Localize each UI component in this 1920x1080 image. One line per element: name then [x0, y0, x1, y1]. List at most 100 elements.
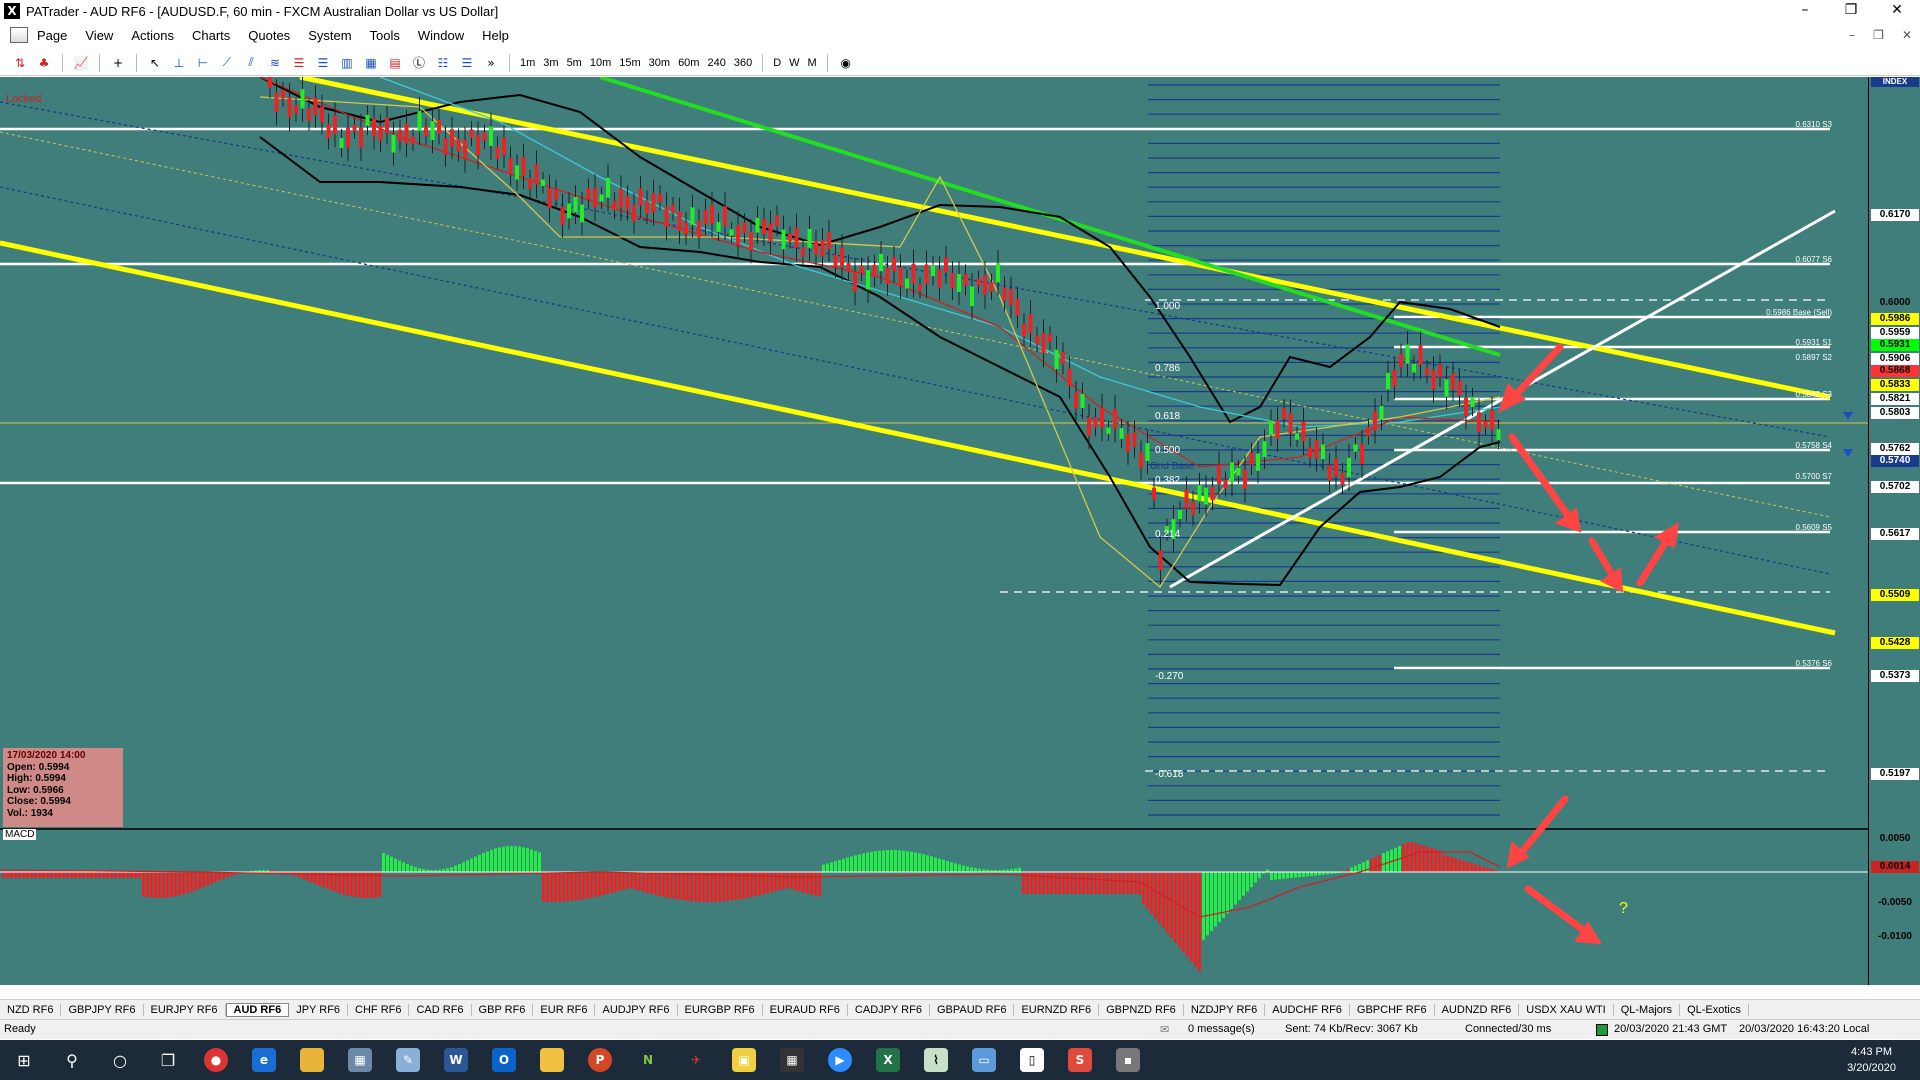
symbol-tab[interactable]: EURNZD RF6 [1014, 1003, 1100, 1016]
task-view-icon[interactable]: ❐ [144, 1040, 192, 1080]
page-icon[interactable] [10, 27, 28, 43]
monitor-icon[interactable]: ▭ [960, 1040, 1008, 1080]
tf-30m[interactable]: 30m [645, 57, 674, 69]
symbol-tab[interactable]: EURAUD RF6 [763, 1003, 848, 1016]
tf-5m[interactable]: 5m [563, 57, 586, 69]
taskbar-clock[interactable]: 4:43 PM 3/20/2020 [1847, 1044, 1896, 1076]
menu-actions[interactable]: Actions [122, 28, 183, 43]
symbol-tab[interactable]: QL-Exotics [1680, 1003, 1749, 1016]
fib-icon[interactable]: ≋ [265, 54, 285, 72]
symbol-tab[interactable]: GBPAUD RF6 [930, 1003, 1015, 1016]
symbol-tab[interactable]: AUDJPY RF6 [595, 1003, 678, 1016]
tf-3m[interactable]: 3m [539, 57, 562, 69]
symbol-tab[interactable]: AUD RF6 [225, 1002, 290, 1017]
clock-icon[interactable]: ◉ [836, 54, 856, 72]
windows-start-icon[interactable]: ⊞ [0, 1040, 48, 1080]
symbol-tab[interactable]: CHF RF6 [348, 1003, 410, 1016]
chart-app-icon[interactable]: ⌇ [912, 1040, 960, 1080]
calculator-icon[interactable]: ▦ [768, 1040, 816, 1080]
lines-icon[interactable]: ☰ [457, 54, 477, 72]
outlook-icon[interactable]: O [480, 1040, 528, 1080]
index-tab[interactable]: INDEX [1871, 77, 1919, 87]
rectangle-icon[interactable]: ▦ [361, 54, 381, 72]
symbol-tab[interactable]: USDX XAU WTI [1519, 1003, 1614, 1016]
menu-system[interactable]: System [299, 28, 360, 43]
symbol-tab[interactable]: QL-Majors [1614, 1003, 1681, 1016]
excel-icon[interactable]: X [864, 1040, 912, 1080]
snagit-icon[interactable]: S [1056, 1040, 1104, 1080]
mdi-close-button[interactable]: ✕ [1902, 28, 1912, 42]
trendline-icon[interactable]: ⟋ [217, 54, 237, 72]
symbol-tab[interactable]: NZD RF6 [0, 1003, 62, 1016]
bird-icon[interactable]: ✈ [672, 1040, 720, 1080]
symbol-tab[interactable]: GBPJPY RF6 [61, 1003, 144, 1016]
alert-icon[interactable]: ♣ [34, 54, 54, 72]
symbol-tab[interactable]: NZDJPY RF6 [1184, 1003, 1266, 1016]
symbol-tab[interactable]: GBPCHF RF6 [1350, 1003, 1435, 1016]
menu-page[interactable]: Page [28, 28, 76, 43]
vline-icon[interactable]: ⊢ [193, 54, 213, 72]
symbol-tab[interactable]: CADJPY RF6 [848, 1003, 930, 1016]
menu-window[interactable]: Window [409, 28, 473, 43]
powerpoint-icon[interactable]: P [576, 1040, 624, 1080]
symbol-tab[interactable]: GBPNZD RF6 [1099, 1003, 1184, 1016]
text-icon[interactable]: ▤ [385, 54, 405, 72]
buy-sell-icon[interactable]: ⇅ [10, 54, 30, 72]
app-icon-gray[interactable]: ▪ [1104, 1040, 1152, 1080]
crosshair-icon[interactable]: + [108, 54, 128, 72]
folder-icon[interactable] [528, 1040, 576, 1080]
notes-icon[interactable]: ✎ [384, 1040, 432, 1080]
ie-icon[interactable]: ▣ [720, 1040, 768, 1080]
tf-daily[interactable]: D [769, 57, 785, 69]
mdi-minimize-button[interactable]: – [1849, 28, 1855, 42]
chrome-icon[interactable]: ● [192, 1040, 240, 1080]
tf-monthly[interactable]: M [804, 57, 821, 69]
restore-button[interactable]: ❐ [1828, 0, 1874, 22]
fib-extension-icon[interactable]: ☰ [289, 54, 309, 72]
price-chart[interactable]: 1.000 0.786 0.618 0.500 0.382 0.214 -0.270 -0.6… [0, 77, 1868, 985]
menu-view[interactable]: View [76, 28, 122, 43]
price-axis[interactable]: INDEX 0.6170 0.6000 0.5986 0.5959 0.5931 0.59… [1868, 77, 1920, 985]
list-icon[interactable]: ☷ [433, 54, 453, 72]
tf-1m[interactable]: 1m [516, 57, 539, 69]
status-messages[interactable]: 0 message(s) [1188, 1023, 1255, 1035]
ninja-icon[interactable]: N [624, 1040, 672, 1080]
symbol-tab[interactable]: AUDNZD RF6 [1435, 1003, 1520, 1016]
symbol-tab[interactable]: GBP RF6 [472, 1003, 534, 1016]
chart-area[interactable]: 1.000 0.786 0.618 0.500 0.382 0.214 -0.270 -0.6… [0, 77, 1920, 1071]
tf-360[interactable]: 360 [730, 57, 756, 69]
cycle-icon[interactable]: ▥ [337, 54, 357, 72]
patrader-icon[interactable]: ▦ [336, 1040, 384, 1080]
symbol-tab[interactable]: AUDCHF RF6 [1265, 1003, 1350, 1016]
word-icon[interactable]: W [432, 1040, 480, 1080]
channel-icon[interactable]: ⫽ [241, 54, 261, 72]
chart-icon[interactable]: 📈 [71, 54, 91, 72]
more-icon[interactable]: » [481, 54, 501, 72]
file-explorer-icon[interactable] [288, 1040, 336, 1080]
symbol-tab[interactable]: EURJPY RF6 [144, 1003, 226, 1016]
search-icon[interactable]: ⚲ [48, 1040, 96, 1080]
tf-weekly[interactable]: W [785, 57, 803, 69]
edge-icon[interactable]: e [240, 1040, 288, 1080]
gann-icon[interactable]: ☰ [313, 54, 333, 72]
tf-15m[interactable]: 15m [615, 57, 644, 69]
hline-icon[interactable]: ⊥ [169, 54, 189, 72]
symbol-tab[interactable]: EUR RF6 [533, 1003, 596, 1016]
tf-60m[interactable]: 60m [674, 57, 703, 69]
menu-help[interactable]: Help [473, 28, 518, 43]
mdi-restore-button[interactable]: ❐ [1873, 28, 1884, 42]
symbol-tab[interactable]: CAD RF6 [409, 1003, 472, 1016]
menu-charts[interactable]: Charts [183, 28, 239, 43]
symbol-tab[interactable]: EURGBP RF6 [678, 1003, 763, 1016]
document-icon[interactable]: ▯ [1008, 1040, 1056, 1080]
pointer-icon[interactable]: ↖ [145, 54, 165, 72]
close-button[interactable]: ✕ [1874, 0, 1920, 22]
menu-quotes[interactable]: Quotes [239, 28, 299, 43]
cortana-icon[interactable]: ○ [96, 1040, 144, 1080]
zoom-icon[interactable]: ▶ [816, 1040, 864, 1080]
arrow-icon[interactable]: Ⓛ [409, 54, 429, 72]
minimize-button[interactable]: – [1782, 0, 1828, 22]
symbol-tab[interactable]: JPY RF6 [289, 1003, 349, 1016]
menu-tools[interactable]: Tools [361, 28, 409, 43]
tf-10m[interactable]: 10m [586, 57, 615, 69]
